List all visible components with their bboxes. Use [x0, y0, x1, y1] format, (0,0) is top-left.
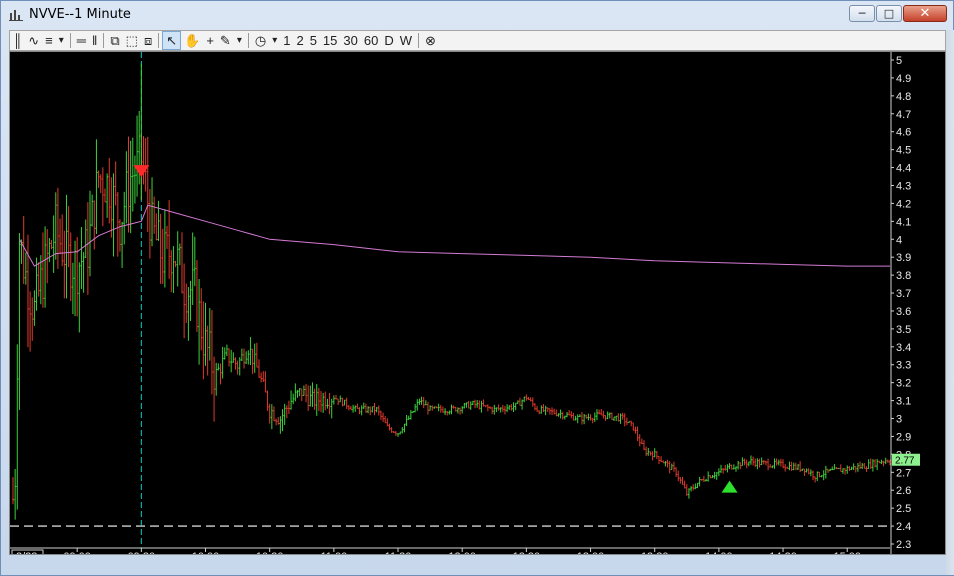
zoom-fit-icon[interactable]: ⧈ — [141, 31, 155, 50]
x-tick-label: 11:30 — [385, 551, 412, 554]
y-tick-label: 3.6 — [896, 306, 911, 318]
chart-window: NVVE--1 Minute ─ □ ✕ ║ ∿ ≡ ▾ ═ ‖ ⧉ ⬚ ⧈ ↖ ✋ + ✎ ▾ ◷ ▾ 1 2 5… — [0, 0, 954, 576]
y-tick-label: 3.3 — [896, 360, 911, 372]
y-tick-label: 2.7 — [896, 467, 911, 479]
window-right-edge — [946, 30, 954, 575]
y-tick-label: 4.3 — [896, 180, 911, 192]
line-style-icon[interactable]: ∿ — [25, 31, 42, 50]
pointer-icon[interactable]: ↖ — [162, 31, 182, 50]
title-bar[interactable]: NVVE--1 Minute ─ □ ✕ — [1, 1, 953, 29]
zoom-box-icon[interactable]: ⧉ — [107, 31, 122, 50]
y-tick-label: 4.1 — [896, 216, 911, 228]
x-tick-label: 10:30 — [256, 551, 284, 554]
x-tick-label: 12:00 — [448, 551, 476, 554]
x-tick-label: 13:00 — [577, 551, 605, 554]
y-tick-label: 4.7 — [896, 109, 911, 121]
y-tick-label: 3.7 — [896, 288, 911, 300]
timeframe-button[interactable]: 15 — [320, 31, 340, 50]
x-tick-label: 15:00 — [833, 551, 861, 554]
x-tick-label: 13:30 — [641, 551, 669, 554]
chart-canvas[interactable]: 5 4.9 4.8 4.7 4.6 4.5 4.4 4.3 4.2 4.1 4 3.9 3.8 3.7 3.… — [10, 52, 945, 554]
timeframe-button[interactable]: D — [381, 31, 396, 50]
y-tick-label: 4.5 — [896, 145, 911, 157]
close-button[interactable]: ✕ — [903, 5, 947, 22]
timeframe-button[interactable]: 5 — [307, 31, 320, 50]
y-tick-label: 2.4 — [896, 521, 911, 533]
y-tick-label: 4.8 — [896, 91, 911, 103]
y-tick-label: 3.5 — [896, 324, 911, 336]
y-tick-label: 4.4 — [896, 163, 911, 175]
y-tick-label: 5 — [896, 55, 902, 67]
y-tick-label: 3.2 — [896, 378, 911, 390]
last-price-label: 2.77 — [895, 456, 915, 467]
dropdown-arrow-icon[interactable]: ▾ — [269, 31, 280, 50]
toolbar-separator — [69, 33, 71, 48]
toolbar-separator — [103, 33, 105, 48]
y-tick-label: 2.6 — [896, 485, 911, 497]
dropdown-arrow-icon[interactable]: ▾ — [234, 31, 245, 50]
pencil-draw-icon[interactable]: ✎ — [217, 31, 234, 50]
hand-pan-icon[interactable]: ✋ — [181, 31, 203, 50]
cancel-circle-icon[interactable]: ⊗ — [422, 31, 439, 50]
timeframe-button[interactable]: 30 — [340, 31, 360, 50]
x-tick-label: 14:00 — [705, 551, 733, 554]
bars-style-icon[interactable]: ║ — [10, 31, 25, 50]
horizontal-line-tool-icon[interactable]: ═ — [74, 31, 89, 50]
y-tick-label: 3.1 — [896, 396, 911, 408]
y-tick-label: 2.5 — [896, 503, 911, 515]
x-tick-label: 11:00 — [320, 551, 347, 554]
x-tick-label: 14:30 — [769, 551, 797, 554]
window-title: NVVE--1 Minute — [29, 7, 131, 22]
timeframe-button[interactable]: 1 — [280, 31, 293, 50]
toolbar-separator — [418, 33, 419, 48]
x-tick-label: 09:00 — [63, 551, 91, 554]
timeframe-button[interactable]: 60 — [361, 31, 381, 50]
crosshair-icon[interactable]: + — [203, 31, 217, 50]
y-tick-label: 3.8 — [896, 270, 911, 282]
toolbar-separator — [247, 33, 249, 48]
maximize-button[interactable]: □ — [876, 5, 902, 22]
y-tick-label: 2.3 — [896, 539, 911, 551]
timeframe-clock-icon[interactable]: ◷ — [252, 31, 269, 50]
y-tick-label: 4.9 — [896, 73, 911, 85]
y-tick-label: 3.9 — [896, 252, 911, 264]
indicators-icon[interactable]: ≡ — [42, 31, 56, 50]
window-controls: ─ □ ✕ — [848, 5, 947, 23]
chart-toolbar: ║ ∿ ≡ ▾ ═ ‖ ⧉ ⬚ ⧈ ↖ ✋ + ✎ ▾ ◷ ▾ 1 2 5 15 30 60 D W ⊗ — [9, 30, 946, 51]
close-icon: ✕ — [919, 6, 931, 21]
toolbar-separator — [158, 33, 160, 48]
y-tick-label: 3.4 — [896, 342, 911, 354]
zoom-out-box-icon[interactable]: ⬚ — [123, 31, 141, 50]
price-chart[interactable]: 5 4.9 4.8 4.7 4.6 4.5 4.4 4.3 4.2 4.1 4 3.9 3.8 3.7 3.… — [9, 51, 946, 555]
timeframe-button[interactable]: 2 — [293, 31, 306, 50]
x-tick-label: 10:00 — [192, 551, 220, 554]
y-tick-label: 4 — [896, 234, 902, 246]
buy-arrow-icon — [721, 480, 738, 493]
vertical-lines-tool-icon[interactable]: ‖ — [89, 31, 100, 50]
timeframe-button[interactable]: W — [397, 31, 415, 50]
minimize-button[interactable]: ─ — [849, 5, 875, 22]
x-tick-label: 12:30 — [513, 551, 541, 554]
y-tick-label: 4.2 — [896, 198, 911, 210]
date-label: 2/28 — [16, 551, 37, 554]
chart-app-icon — [9, 8, 23, 21]
y-tick-label: 2.9 — [896, 431, 911, 443]
maximize-icon: □ — [883, 7, 895, 20]
minimize-icon: ─ — [858, 7, 866, 20]
x-tick-label: 09:30 — [128, 551, 156, 554]
y-tick-label: 3 — [896, 414, 902, 426]
y-tick-label: 4.6 — [896, 127, 911, 139]
dropdown-arrow-icon[interactable]: ▾ — [56, 31, 67, 50]
